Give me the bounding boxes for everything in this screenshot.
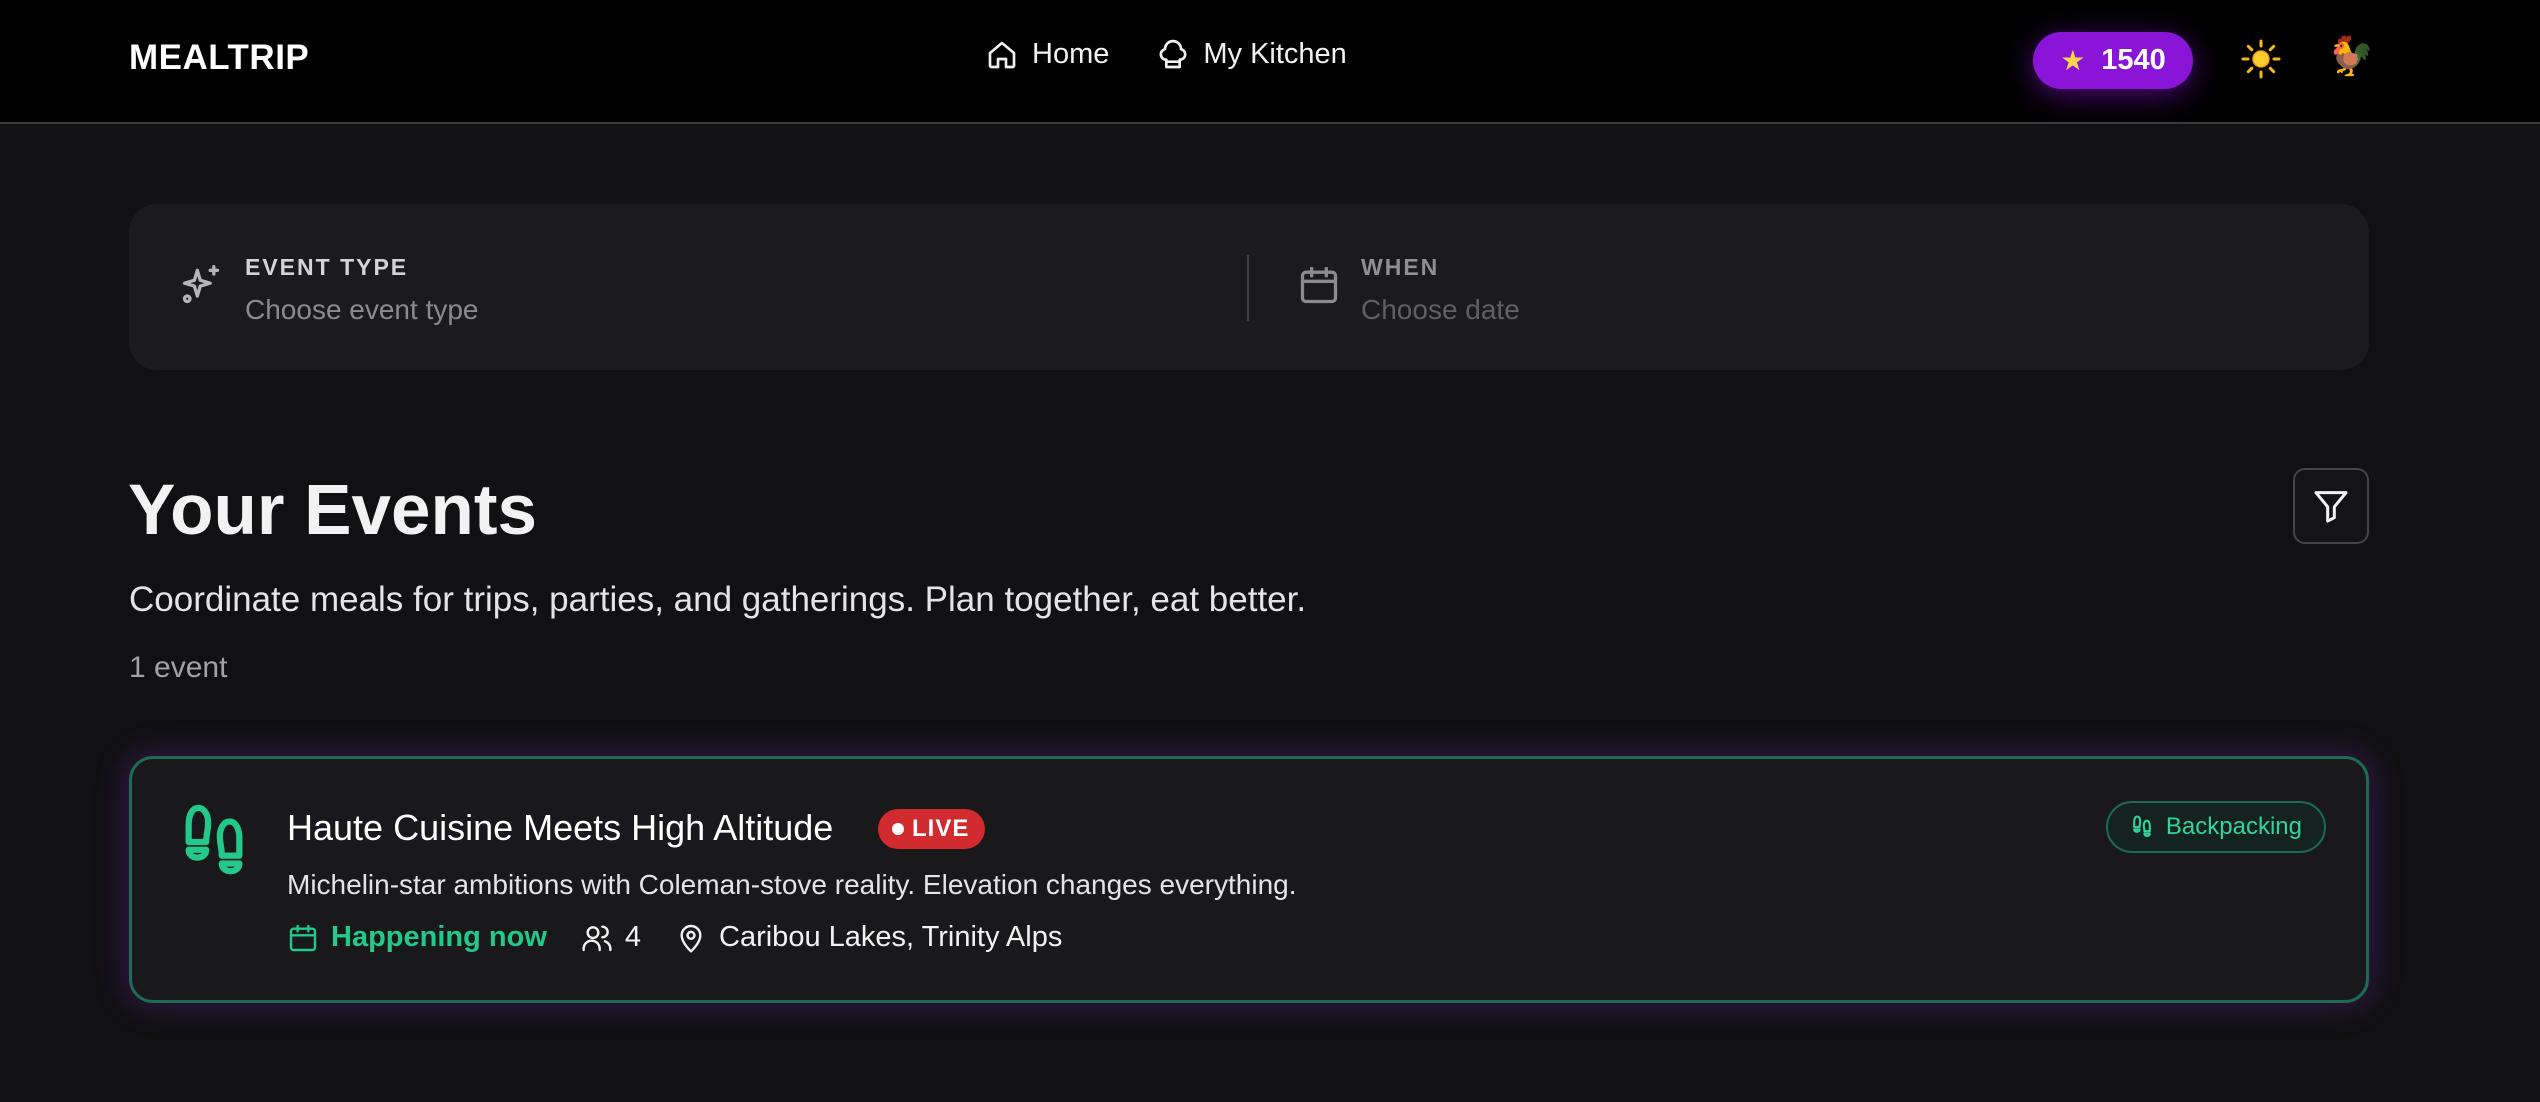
category-label: Backpacking bbox=[2165, 813, 2302, 840]
brand-logo[interactable]: MEALTRIP bbox=[129, 38, 309, 78]
event-location: Caribou Lakes, Trinity Alps bbox=[675, 921, 1062, 954]
event-location-text: Caribou Lakes, Trinity Alps bbox=[719, 921, 1063, 953]
event-description: Michelin-star ambitions with Coleman-sto… bbox=[287, 869, 1297, 900]
calendar-icon bbox=[1300, 266, 1338, 304]
sun-icon bbox=[2241, 39, 2281, 79]
event-time-text: Happening now bbox=[331, 921, 547, 953]
live-status-text: LIVE bbox=[912, 815, 970, 842]
top-navbar: MEALTRIP Home My Kitchen ★ 1540 🐓 bbox=[0, 0, 2540, 124]
star-icon: ★ bbox=[2060, 44, 2086, 76]
filter-icon bbox=[2314, 491, 2348, 523]
event-type-label: EVENT TYPE bbox=[245, 254, 409, 280]
event-card[interactable]: Haute Cuisine Meets High Altitude LIVE M… bbox=[129, 756, 2369, 1003]
event-attendees: 4 bbox=[581, 921, 641, 954]
event-search-bar: EVENT TYPE Choose event type WHEN Choose… bbox=[129, 204, 2369, 370]
when-placeholder: Choose date bbox=[1361, 294, 1520, 325]
event-meta: Happening now 4 Caribou Lakes, Trinity A… bbox=[287, 921, 1096, 954]
main-nav: Home My Kitchen bbox=[986, 38, 1347, 71]
live-dot-icon bbox=[892, 823, 904, 835]
event-type-selector[interactable]: EVENT TYPE Choose event type bbox=[129, 204, 1249, 370]
sparkles-icon bbox=[182, 265, 220, 304]
points-badge[interactable]: ★ 1540 bbox=[2033, 32, 2193, 89]
avatar[interactable]: 🐓 bbox=[2327, 34, 2374, 80]
event-time: Happening now bbox=[287, 921, 547, 954]
chef-hat-icon bbox=[1159, 39, 1187, 68]
event-type-placeholder: Choose event type bbox=[245, 294, 479, 325]
event-title: Haute Cuisine Meets High Altitude bbox=[287, 807, 834, 848]
calendar-icon bbox=[289, 924, 317, 951]
event-count: 1 event bbox=[129, 651, 228, 684]
nav-my-kitchen[interactable]: My Kitchen bbox=[1157, 38, 1347, 71]
home-icon bbox=[988, 41, 1016, 68]
footprints-icon bbox=[2133, 815, 2151, 838]
footprints-icon bbox=[185, 804, 243, 875]
points-count: 1540 bbox=[2101, 44, 2166, 76]
page-subtitle: Coordinate meals for trips, parties, and… bbox=[129, 580, 1307, 619]
category-badge: Backpacking bbox=[2105, 801, 2326, 853]
nav-my-kitchen-label: My Kitchen bbox=[1203, 38, 1347, 70]
theme-toggle-button[interactable] bbox=[2240, 38, 2282, 80]
users-icon bbox=[582, 924, 612, 951]
live-status-badge: LIVE bbox=[878, 809, 986, 849]
nav-home-label: Home bbox=[1032, 38, 1110, 70]
when-label: WHEN bbox=[1361, 254, 1440, 280]
event-attendee-count: 4 bbox=[624, 921, 642, 953]
nav-home[interactable]: Home bbox=[986, 38, 1109, 71]
map-pin-icon bbox=[680, 924, 702, 953]
date-selector[interactable]: WHEN Choose date bbox=[1249, 204, 2369, 370]
page-title: Your Events bbox=[128, 471, 538, 550]
filter-button[interactable] bbox=[2293, 468, 2369, 544]
